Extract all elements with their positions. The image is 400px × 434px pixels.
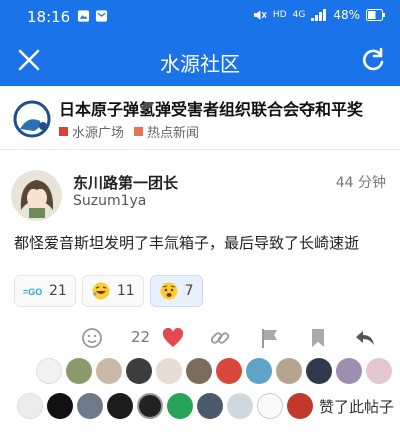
category-label: 水源广场 (72, 126, 125, 141)
reaction-rofl[interactable]: 11 (81, 275, 144, 307)
likers-row (36, 358, 392, 384)
liker-avatar[interactable] (77, 393, 103, 419)
post-time: 44 分钟 (335, 175, 386, 191)
category-label: 热点新闻 (147, 126, 200, 141)
liker-avatar[interactable] (107, 393, 133, 419)
liker-avatar[interactable] (197, 393, 223, 419)
topic-categories: 水源广场 热点新闻 (59, 122, 199, 141)
liker-avatar[interactable] (36, 358, 62, 384)
reaction-worried[interactable]: 7 (149, 275, 203, 307)
status-time: 18:16 (27, 8, 71, 26)
status-bar: 18:16 HD 4G 48% (0, 0, 400, 34)
mail-icon (95, 10, 108, 22)
author-handle[interactable]: Suzum1ya (73, 193, 146, 209)
liker-avatar[interactable] (257, 393, 283, 419)
liker-avatar[interactable] (336, 358, 362, 384)
liker-avatar[interactable] (227, 393, 253, 419)
like-count: 22 (131, 328, 151, 346)
reaction-count: 11 (116, 283, 135, 299)
rofl-emoji-icon (92, 282, 110, 300)
battery-percent: 48% (333, 8, 360, 22)
liker-avatar[interactable] (17, 393, 43, 419)
liker-avatar[interactable] (156, 358, 182, 384)
liker-avatar[interactable] (276, 358, 302, 384)
reply-icon[interactable] (353, 326, 377, 350)
refresh-icon[interactable] (360, 47, 386, 73)
link-icon[interactable] (208, 326, 232, 350)
post-content: 都怪爱音斯坦发明了丰氚箱子，最后导致了长崎速逝 (14, 234, 360, 252)
category-tag[interactable]: 热点新闻 (134, 122, 199, 141)
liker-avatar[interactable] (246, 358, 272, 384)
category-tag[interactable]: 水源广场 (59, 122, 124, 141)
liker-avatar[interactable] (216, 358, 242, 384)
liker-avatar[interactable] (287, 393, 313, 419)
site-logo-icon (13, 100, 51, 138)
hd-indicator: HD (272, 10, 287, 20)
liker-avatar[interactable] (306, 358, 332, 384)
liker-avatar[interactable] (167, 393, 193, 419)
liker-avatar[interactable] (366, 358, 392, 384)
go-icon: =GO (23, 287, 42, 297)
emoji-reaction-icon[interactable] (80, 326, 104, 350)
liker-avatar[interactable] (96, 358, 122, 384)
category-color-swatch (59, 127, 68, 136)
liker-avatar[interactable] (47, 393, 73, 419)
post-actions: 22 (0, 322, 400, 354)
liker-avatar[interactable] (137, 393, 163, 419)
svg-text:=GO: =GO (23, 287, 42, 297)
likers-row: 赞了此帖子 (17, 393, 394, 419)
liker-avatar[interactable] (126, 358, 152, 384)
reactions-bar: =GO 21 11 7 (14, 275, 203, 307)
category-color-swatch (134, 127, 144, 136)
battery-icon (366, 9, 385, 21)
status-right: HD 4G 48% (252, 8, 386, 22)
liker-avatar[interactable] (186, 358, 212, 384)
gallery-icon (77, 10, 90, 22)
likers-label: 赞了此帖子 (319, 397, 395, 416)
author-name[interactable]: 东川路第一团长 (73, 172, 178, 193)
heart-icon[interactable] (161, 326, 185, 350)
flag-icon[interactable] (258, 326, 282, 350)
app-bar: 水源社区 (0, 34, 400, 86)
mute-icon (253, 10, 267, 20)
liker-avatar[interactable] (66, 358, 92, 384)
bookmark-icon[interactable] (306, 326, 330, 350)
post-header: 东川路第一团长 Suzum1ya 44 分钟 (0, 160, 400, 221)
topic-header[interactable]: 日本原子弹氢弹受害者组织联合会夺和平奖 水源广场 热点新闻 (0, 86, 400, 150)
topic-title[interactable]: 日本原子弹氢弹受害者组织联合会夺和平奖 (59, 96, 363, 120)
author-avatar[interactable] (11, 170, 62, 221)
network-type: 4G (292, 10, 306, 20)
app-title: 水源社区 (160, 52, 240, 76)
worried-emoji-icon (160, 282, 178, 300)
signal-icon (311, 9, 327, 21)
reaction-count: 21 (49, 283, 67, 299)
reaction-go[interactable]: =GO 21 (14, 275, 76, 307)
reaction-count: 7 (184, 283, 194, 299)
